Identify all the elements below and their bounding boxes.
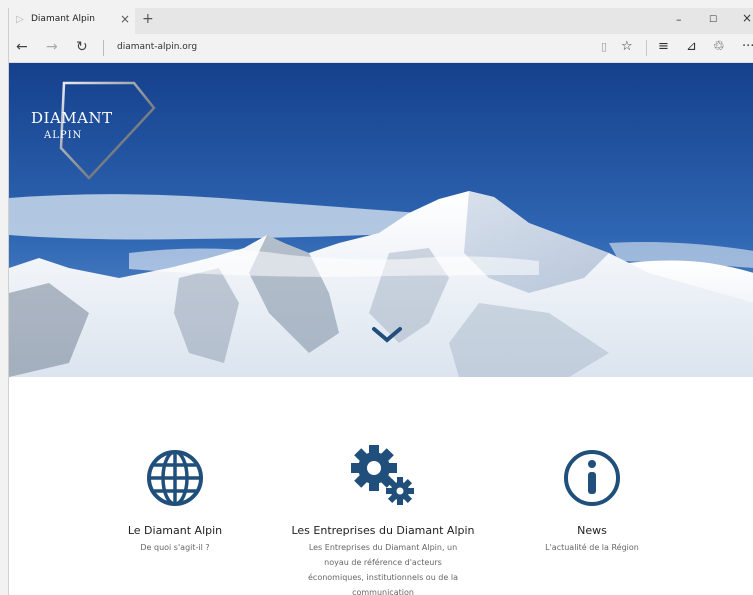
tab-close-icon[interactable]: × (120, 12, 130, 26)
globe-icon (147, 450, 203, 506)
address-bar[interactable]: diamant-alpin.org (117, 42, 197, 52)
info-icon (564, 450, 620, 506)
feature-description: L'actualité de la Région (545, 543, 639, 552)
tab-title: Diamant Alpin (31, 14, 95, 24)
feature-description-line: Les Entreprises du Diamant Alpin, un (308, 543, 458, 552)
minimize-icon[interactable]: – (676, 13, 682, 26)
hero-banner: DIAMANT ALPIN (9, 63, 753, 377)
browser-tab[interactable]: ▷ Diamant Alpin × (9, 8, 135, 34)
feature-description-line: noyau de référence d'acteurs (324, 558, 442, 567)
window-close-icon[interactable]: × (742, 11, 752, 25)
gears-icon (351, 445, 414, 505)
features-section: Le Diamant Alpin De quoi s'agit-il ? Les… (9, 377, 753, 595)
share-icon[interactable]: ♲ (713, 39, 725, 54)
web-note-icon[interactable]: ⊿ (686, 39, 697, 54)
more-icon[interactable]: ··· (742, 39, 753, 54)
feature-title: Le Diamant Alpin (127, 524, 223, 537)
favorite-star-icon[interactable]: ☆ (621, 39, 633, 54)
maximize-icon[interactable]: ☐ (709, 15, 717, 25)
scroll-down-chevron-icon[interactable] (371, 325, 403, 345)
toolbar-divider (646, 40, 647, 56)
logo-line-2: ALPIN (44, 130, 83, 141)
back-arrow-icon[interactable]: ← (16, 39, 28, 55)
browser-window: ▷ Diamant Alpin × + – ☐ × ← → ↻ diamant-… (8, 8, 753, 595)
feature-description: De quoi s'agit-il ? (140, 543, 210, 552)
feature-title: News (577, 524, 607, 537)
navigation-bar: ← → ↻ diamant-alpin.org ▯ ☆ ≡ ⊿ ♲ ··· (9, 34, 753, 63)
feature-description-line: communication (352, 588, 414, 595)
forward-arrow-icon[interactable]: → (46, 39, 58, 55)
reading-view-icon[interactable]: ▯ (601, 40, 607, 53)
feature-description: Les Entreprises du Diamant Alpin, un noy… (283, 540, 483, 595)
logo-line-1: DIAMANT (31, 109, 113, 127)
favicon-icon: ▷ (16, 14, 24, 25)
refresh-icon[interactable]: ↻ (76, 39, 88, 55)
new-tab-icon[interactable]: + (142, 11, 154, 27)
feature-description-line: économiques, institutionnels ou de la (308, 573, 458, 582)
feature-title: Les Entreprises du Diamant Alpin (291, 524, 475, 537)
tab-bar: ▷ Diamant Alpin × + – ☐ × (9, 8, 753, 34)
url-divider (103, 40, 104, 56)
hub-icon[interactable]: ≡ (658, 39, 669, 54)
